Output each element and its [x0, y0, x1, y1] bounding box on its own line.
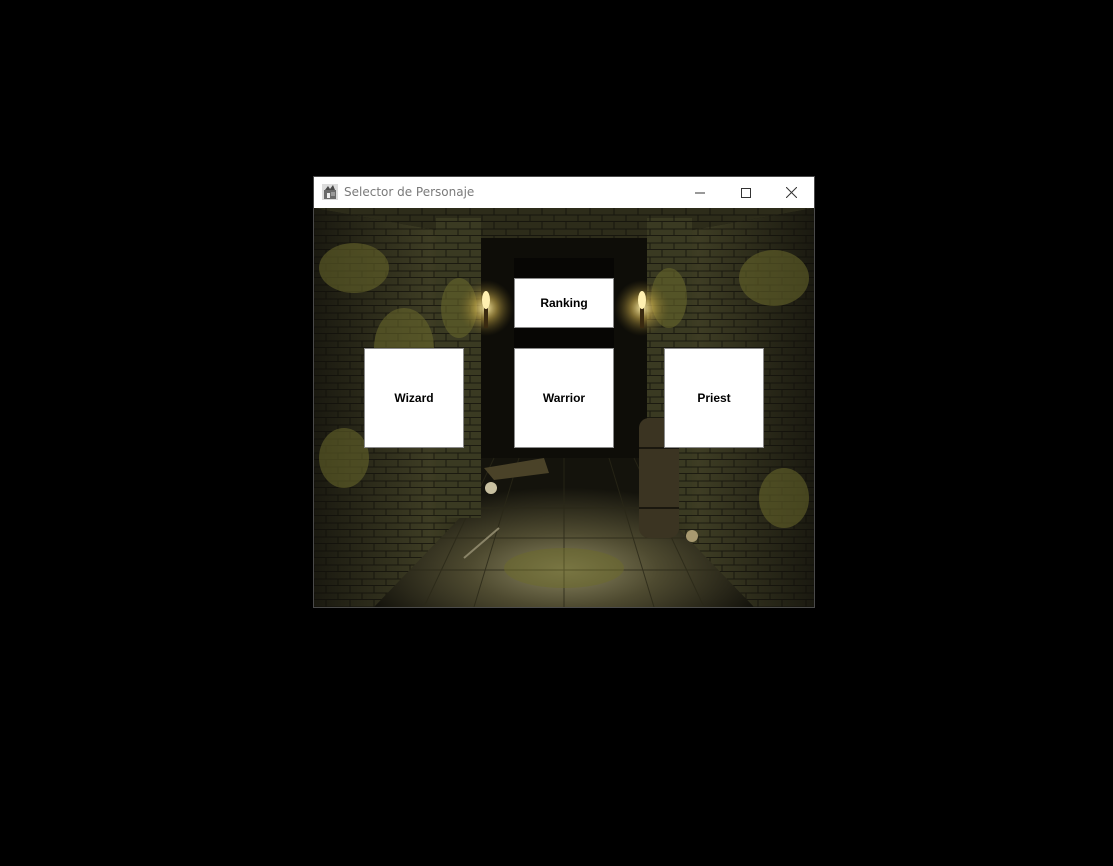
maximize-icon [741, 187, 751, 198]
java-app-icon [322, 184, 338, 200]
character-selector-window: Selector de Personaje Ranking Wizard War… [313, 176, 815, 608]
window-title: Selector de Personaje [344, 185, 475, 199]
ranking-button[interactable]: Ranking [514, 278, 614, 328]
warrior-button[interactable]: Warrior [514, 348, 614, 448]
close-icon [785, 187, 797, 198]
priest-button[interactable]: Priest [664, 348, 764, 448]
maximize-button[interactable] [723, 177, 769, 208]
content-area: Ranking Wizard Warrior Priest [314, 208, 814, 607]
minimize-button[interactable] [677, 177, 723, 208]
close-button[interactable] [768, 177, 814, 208]
minimize-icon [695, 192, 705, 193]
title-bar[interactable]: Selector de Personaje [314, 177, 814, 208]
wizard-button[interactable]: Wizard [364, 348, 464, 448]
